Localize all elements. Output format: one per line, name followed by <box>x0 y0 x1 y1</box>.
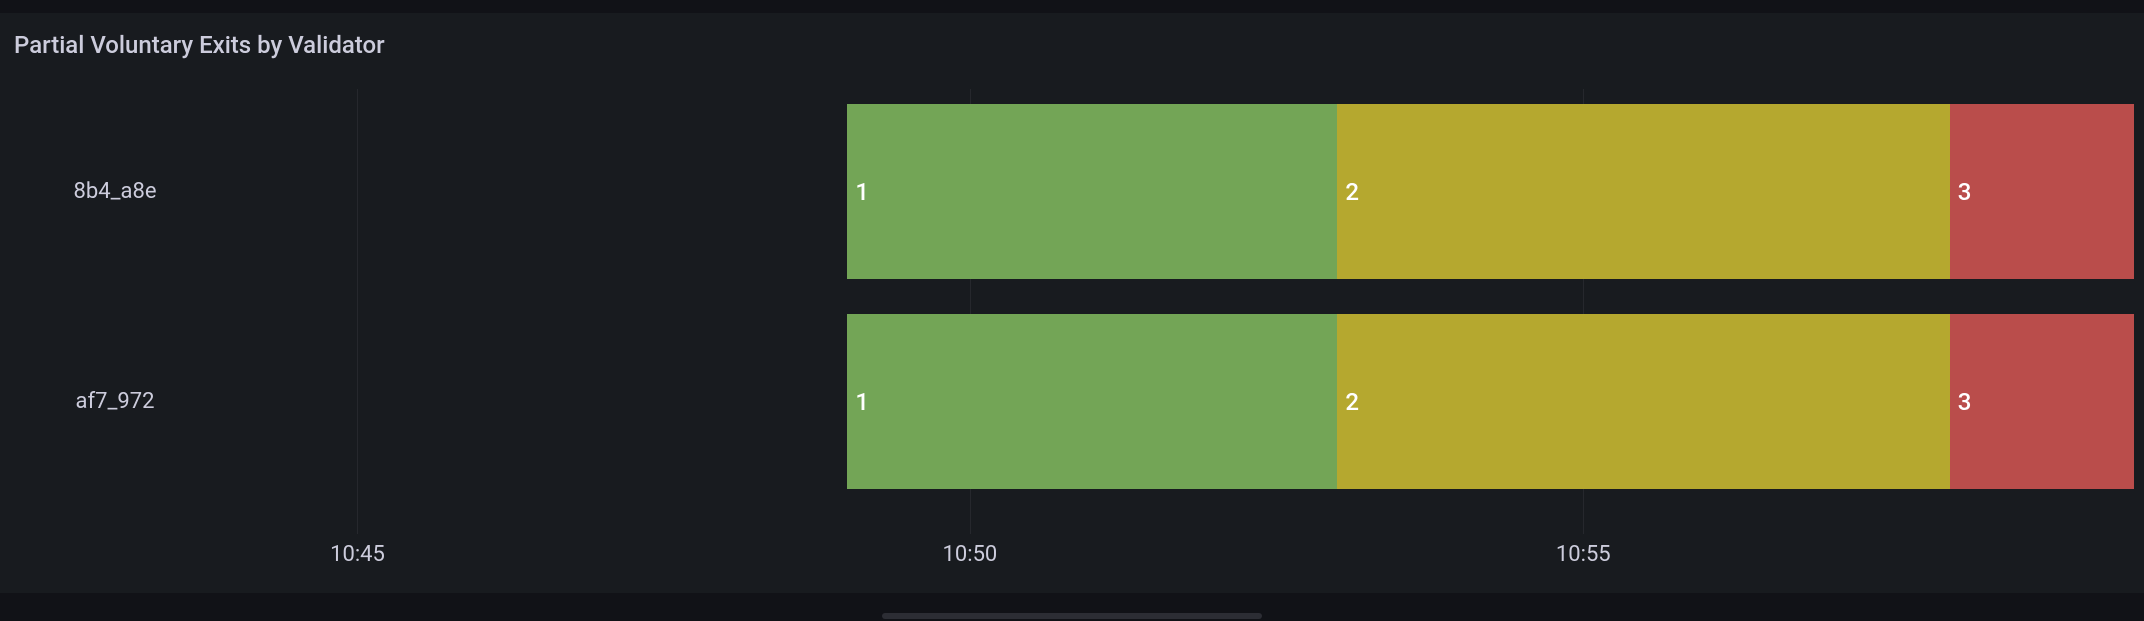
bar-segment[interactable]: 1 <box>847 104 1337 279</box>
chart-row: 1 2 3 <box>235 104 2134 279</box>
chart-row: 1 2 3 <box>235 314 2134 489</box>
bar-segment[interactable]: 1 <box>847 314 1337 489</box>
y-axis-label: 8b4_a8e <box>0 179 230 204</box>
panel-title: Partial Voluntary Exits by Validator <box>0 13 2144 59</box>
x-axis-tick: 10:45 <box>330 542 385 567</box>
y-axis-labels: 8b4_a8e af7_972 <box>0 89 230 579</box>
chart-panel: Partial Voluntary Exits by Validator 8b4… <box>0 13 2144 593</box>
x-axis-tick: 10:55 <box>1556 542 1611 567</box>
horizontal-scrollbar[interactable] <box>882 613 1262 619</box>
y-axis-label: af7_972 <box>0 389 230 414</box>
bar-segment[interactable]: 2 <box>1337 104 1949 279</box>
plot-area: 1 2 3 1 2 3 <box>235 89 2134 579</box>
bar-segment[interactable]: 3 <box>1950 104 2134 279</box>
x-axis-tick: 10:50 <box>943 542 998 567</box>
bar-segment[interactable]: 3 <box>1950 314 2134 489</box>
bar-segment[interactable]: 2 <box>1337 314 1949 489</box>
chart-area[interactable]: 8b4_a8e af7_972 1 2 3 1 2 3 10:45 10:50 … <box>0 89 2144 579</box>
x-axis: 10:45 10:50 10:55 <box>235 534 2134 579</box>
